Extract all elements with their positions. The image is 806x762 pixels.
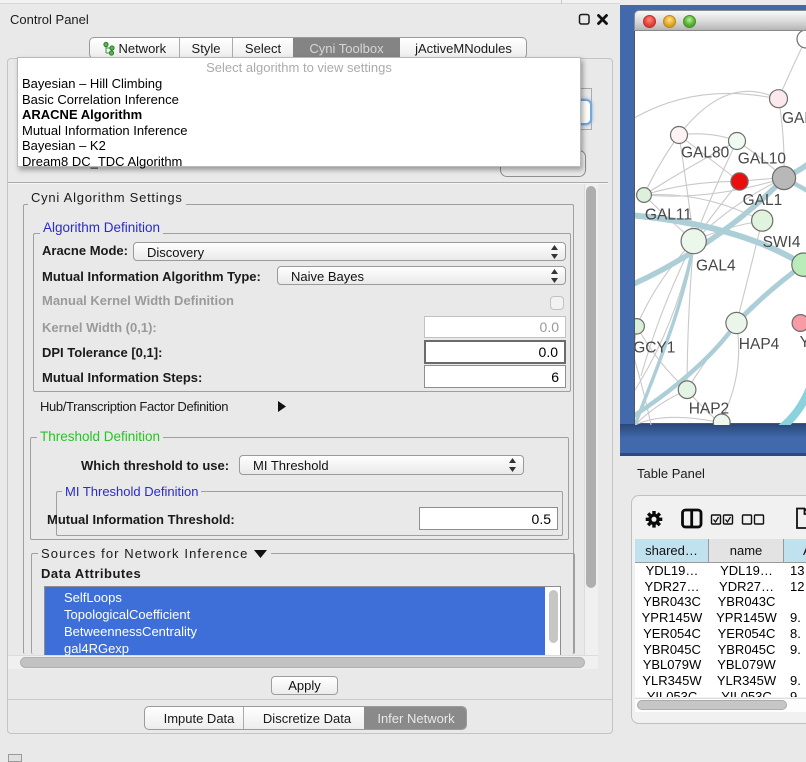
svg-text:Y: Y: [800, 334, 806, 351]
svg-text:GAL4: GAL4: [696, 258, 736, 275]
svg-text:GAL11: GAL11: [645, 206, 692, 223]
svg-text:GAL80: GAL80: [681, 145, 730, 162]
svg-text:HAP2: HAP2: [689, 400, 730, 417]
svg-text:GAL10: GAL10: [738, 151, 787, 168]
svg-text:SWI4: SWI4: [763, 234, 801, 251]
svg-text:GAL1: GAL1: [743, 192, 783, 209]
svg-text:GAL: GAL: [782, 110, 806, 127]
svg-text:GCY1: GCY1: [635, 340, 675, 357]
svg-text:HAP4: HAP4: [739, 336, 780, 353]
